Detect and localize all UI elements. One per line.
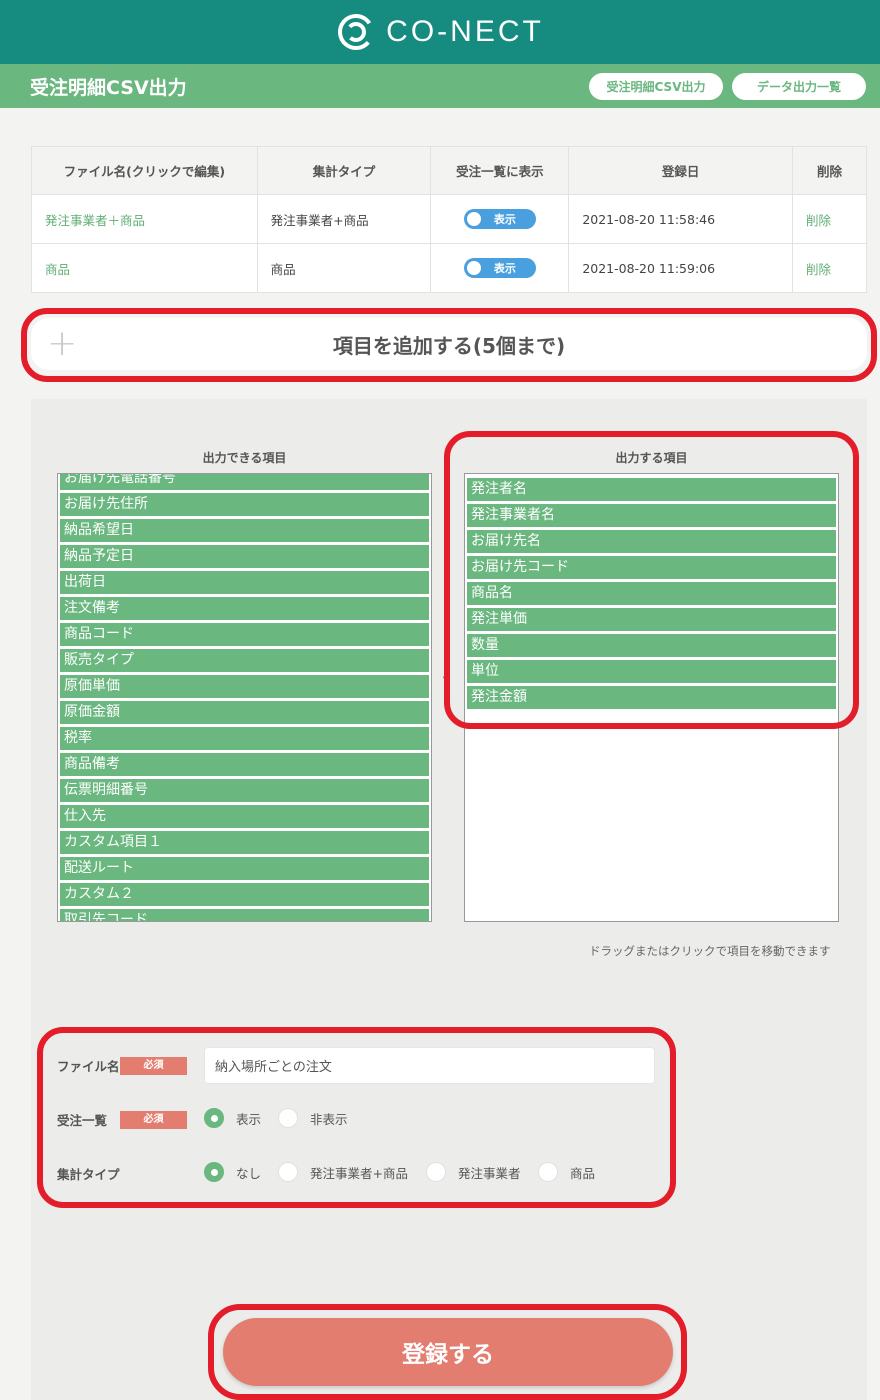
registered-date-cell: 2021-08-20 11:59:06 bbox=[568, 243, 794, 293]
radio-agg-product[interactable]: 商品 bbox=[538, 1162, 595, 1182]
add-item-label: 項目を追加する(5個まで) bbox=[332, 333, 566, 358]
radio-show[interactable]: 表示 bbox=[204, 1108, 261, 1128]
file-name-input[interactable] bbox=[204, 1047, 655, 1084]
show-toggle[interactable]: 表示 bbox=[463, 258, 536, 278]
conect-logo-icon bbox=[338, 14, 375, 50]
list-item[interactable]: 配送ルート bbox=[60, 857, 429, 880]
list-item[interactable]: 税率 bbox=[60, 727, 429, 750]
radio-dot bbox=[426, 1162, 446, 1182]
drag-hint-text: ドラッグまたはクリックで項目を移動できます bbox=[589, 944, 831, 958]
radio-dot bbox=[278, 1162, 298, 1182]
list-item[interactable]: お届け先住所 bbox=[60, 493, 429, 516]
toggle-label: 表示 bbox=[493, 262, 516, 275]
csv-export-button[interactable]: 受注明細CSV出力 bbox=[589, 73, 723, 100]
radio-dot bbox=[538, 1162, 558, 1182]
available-items-list[interactable]: お届け先電話番号 お届け先住所 納品希望日 納品予定日 出荷日 注文備考 商品コ… bbox=[57, 473, 432, 922]
logo[interactable]: CO-NECT bbox=[336, 12, 544, 52]
list-item[interactable]: 仕入先 bbox=[60, 805, 429, 828]
col-registered-date: 登録日 bbox=[568, 146, 794, 195]
list-item[interactable]: 納品予定日 bbox=[60, 545, 429, 568]
file-name-link[interactable]: 商品 bbox=[31, 243, 258, 293]
list-item[interactable]: お届け先電話番号 bbox=[60, 474, 429, 490]
col-aggregate-type: 集計タイプ bbox=[256, 146, 432, 195]
list-item[interactable]: カスタム２ bbox=[60, 883, 429, 906]
required-badge: 必須 bbox=[120, 1111, 187, 1129]
col-show-in-list: 受注一覧に表示 bbox=[430, 146, 570, 195]
radio-hide[interactable]: 非表示 bbox=[278, 1108, 348, 1128]
aggregate-type-label: 集計タイプ bbox=[57, 1167, 120, 1182]
toggle-knob bbox=[466, 261, 481, 275]
delete-link[interactable]: 削除 bbox=[792, 243, 867, 293]
csv-definitions-table: ファイル名(クリックで編集) 集計タイプ 受注一覧に表示 登録日 削除 発注事業… bbox=[31, 146, 867, 293]
radio-agg-supplier[interactable]: 発注事業者 bbox=[426, 1162, 521, 1182]
list-item[interactable]: 注文備考 bbox=[60, 597, 429, 620]
order-list-label: 受注一覧 bbox=[57, 1113, 108, 1128]
radio-dot bbox=[204, 1108, 224, 1128]
radio-label: なし bbox=[236, 1165, 262, 1181]
radio-label: 非表示 bbox=[310, 1111, 348, 1127]
required-badge: 必須 bbox=[120, 1057, 187, 1075]
list-item[interactable]: 原価単価 bbox=[60, 675, 429, 698]
data-export-list-button[interactable]: データ出力一覧 bbox=[732, 73, 866, 100]
list-item[interactable]: 伝票明細番号 bbox=[60, 779, 429, 802]
top-header: CO-NECT bbox=[0, 0, 880, 64]
toggle-cell: 表示 bbox=[430, 194, 570, 244]
delete-link[interactable]: 削除 bbox=[792, 194, 867, 244]
file-name-link[interactable]: 発注事業者＋商品 bbox=[31, 194, 258, 244]
register-button[interactable]: 登録する bbox=[223, 1318, 673, 1386]
table-header-row: ファイル名(クリックで編集) 集計タイプ 受注一覧に表示 登録日 削除 bbox=[31, 146, 867, 195]
available-items-title: 出力できる項目 bbox=[202, 451, 287, 465]
list-item[interactable]: 原価金額 bbox=[60, 701, 429, 724]
list-item[interactable]: 商品備考 bbox=[60, 753, 429, 776]
page-title: 受注明細CSV出力 bbox=[30, 76, 187, 99]
toggle-cell: 表示 bbox=[430, 243, 570, 293]
add-item-button[interactable]: 項目を追加する(5個まで) bbox=[31, 318, 867, 370]
radio-label: 商品 bbox=[570, 1165, 596, 1181]
aggregate-type-cell: 発注事業者+商品 bbox=[256, 194, 432, 244]
toggle-knob bbox=[466, 212, 481, 226]
radio-agg-supplier-product[interactable]: 発注事業者+商品 bbox=[278, 1162, 408, 1182]
show-toggle[interactable]: 表示 bbox=[463, 209, 536, 229]
toggle-label: 表示 bbox=[493, 213, 516, 226]
radio-dot bbox=[278, 1108, 298, 1128]
list-item[interactable]: 販売タイプ bbox=[60, 649, 429, 672]
list-item[interactable]: 取引先コード bbox=[60, 909, 429, 921]
table-row: 発注事業者＋商品 発注事業者+商品 表示 2021-08-20 11:58:46… bbox=[31, 194, 867, 244]
radio-label: 発注事業者 bbox=[458, 1165, 521, 1181]
list-item[interactable]: 納品希望日 bbox=[60, 519, 429, 542]
aggregate-type-cell: 商品 bbox=[256, 243, 432, 293]
col-delete: 削除 bbox=[792, 146, 867, 195]
plus-icon: + bbox=[47, 323, 78, 364]
table-row: 商品 商品 表示 2021-08-20 11:59:06 削除 bbox=[31, 243, 867, 293]
logo-text: CO-NECT bbox=[386, 15, 544, 48]
file-name-label: ファイル名 bbox=[57, 1059, 120, 1074]
list-item[interactable]: 出荷日 bbox=[60, 571, 429, 594]
radio-dot bbox=[204, 1162, 224, 1182]
radio-agg-none[interactable]: なし bbox=[204, 1162, 261, 1182]
output-items-highlight bbox=[444, 431, 859, 729]
radio-label: 表示 bbox=[236, 1111, 262, 1127]
list-item[interactable]: カスタム項目１ bbox=[60, 831, 429, 854]
radio-label: 発注事業者+商品 bbox=[310, 1165, 408, 1181]
col-file-name: ファイル名(クリックで編集) bbox=[31, 146, 258, 195]
list-item[interactable]: 商品コード bbox=[60, 623, 429, 646]
registered-date-cell: 2021-08-20 11:58:46 bbox=[568, 194, 794, 244]
